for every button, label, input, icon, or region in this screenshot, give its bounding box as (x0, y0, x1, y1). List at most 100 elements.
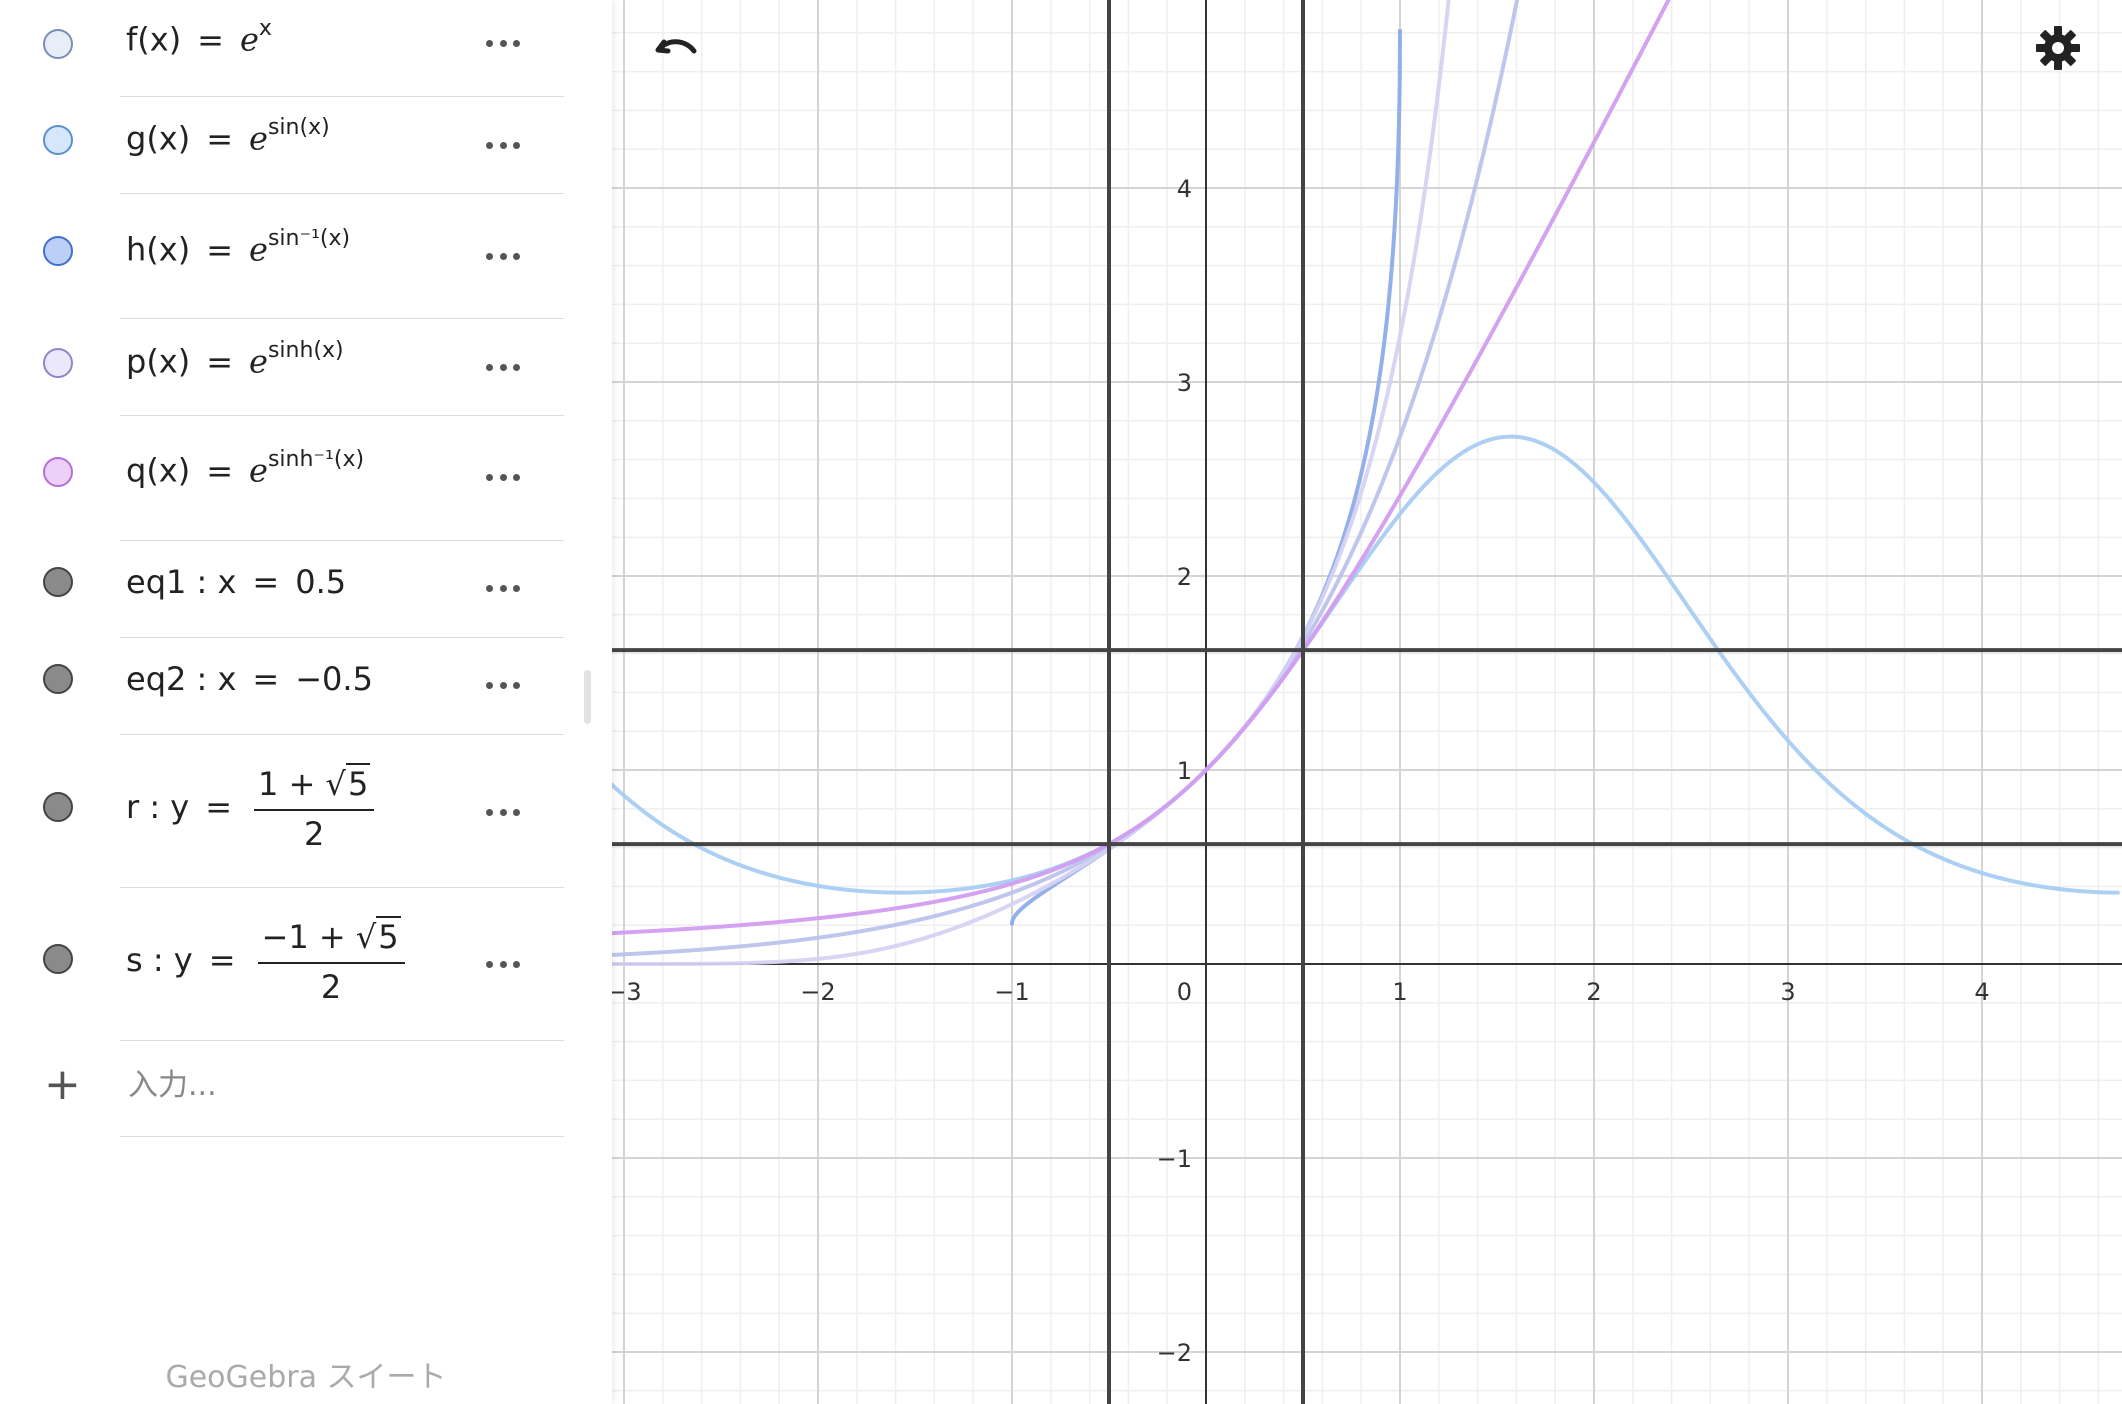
radicand-r: 5 (345, 763, 371, 803)
fraction-s-numerator: −1 + √5 (257, 916, 405, 964)
algebra-row-eq1[interactable]: eq1 : x = 0.5 (0, 541, 564, 638)
more-options-icon[interactable] (486, 140, 520, 150)
expression-eq2[interactable]: eq2 : x = −0.5 (126, 660, 373, 698)
x-tick-label: 4 (1974, 978, 1989, 1006)
more-options-icon[interactable] (486, 251, 520, 261)
expression-s-lhs: s : y (126, 941, 193, 979)
algebra-row-h[interactable]: h(x) = esin⁻¹(x) (0, 194, 564, 319)
sqrt-icon: √ (325, 765, 346, 803)
algebra-row-eq2[interactable]: eq2 : x = −0.5 (0, 638, 564, 735)
visibility-toggle-p[interactable] (43, 348, 73, 378)
expression-eq2-lhs: eq2 : x (126, 660, 237, 698)
expression-eq1-rhs: 0.5 (295, 563, 347, 601)
visibility-toggle-f[interactable] (43, 29, 73, 59)
expression-f-lhs: f(x) (126, 20, 182, 59)
exponent-f: x (258, 16, 272, 41)
x-tick-label: −1 (994, 978, 1029, 1006)
expression-q[interactable]: q(x) = esinh⁻¹(x) (126, 447, 364, 490)
curve-q (612, 0, 1671, 936)
visibility-toggle-r[interactable] (43, 792, 73, 822)
algebra-row-r[interactable]: r : y = 1 + √5 2 (0, 735, 564, 888)
visibility-toggle-eq2[interactable] (43, 664, 73, 694)
base-e: e (249, 230, 268, 269)
base-e: e (249, 342, 268, 381)
algebra-row-q[interactable]: q(x) = esinh⁻¹(x) (0, 416, 564, 541)
x-tick-label: 1 (1392, 978, 1407, 1006)
algebra-row-s[interactable]: s : y = −1 + √5 2 (0, 888, 564, 1041)
algebra-input[interactable] (126, 1062, 560, 1108)
graph-canvas[interactable]: −3 −2 −1 1 2 3 4 −2 −1 1 2 3 4 0 (612, 0, 2122, 1404)
x-tick-label: −3 (612, 978, 642, 1006)
row-divider (120, 1136, 564, 1137)
exponent-h: sin⁻¹(x) (267, 226, 351, 251)
algebra-row-f[interactable]: f(x) = ex (0, 0, 564, 97)
visibility-toggle-g[interactable] (43, 125, 73, 155)
plus-icon[interactable]: + (44, 1063, 81, 1107)
undo-button[interactable] (648, 20, 704, 76)
sqrt-icon: √ (355, 918, 377, 956)
expression-eq1-lhs: eq1 : x (126, 563, 237, 601)
sqrt-s: √5 (355, 916, 401, 956)
algebra-row-p[interactable]: p(x) = esinh(x) (0, 319, 564, 416)
more-options-icon[interactable] (486, 807, 520, 817)
panel-resize-handle[interactable] (584, 670, 591, 724)
more-options-icon[interactable] (486, 959, 520, 969)
x-tick-label: −2 (800, 978, 835, 1006)
algebra-view: f(x) = ex g(x) = esin(x) h(x) = esin⁻¹(x) p(x)… (0, 0, 612, 1404)
expression-g[interactable]: g(x) = esin(x) (126, 115, 330, 158)
visibility-toggle-h[interactable] (43, 236, 73, 266)
equals-sign: = (252, 660, 280, 698)
y-tick-label: −1 (1157, 1145, 1192, 1173)
fraction-r: 1 + √5 2 (254, 763, 375, 853)
expression-h-lhs: h(x) (126, 230, 191, 269)
origin-label: 0 (1177, 978, 1192, 1006)
equals-sign: = (206, 119, 234, 158)
gear-icon (2036, 26, 2080, 70)
more-options-icon[interactable] (486, 680, 520, 690)
y-tick-label: −2 (1157, 1339, 1192, 1367)
expression-h[interactable]: h(x) = esin⁻¹(x) (126, 226, 350, 269)
base-e: e (249, 119, 268, 158)
equals-sign: = (252, 563, 280, 601)
x-tick-label: 2 (1586, 978, 1601, 1006)
more-options-icon[interactable] (486, 38, 520, 48)
exponent-p: sinh(x) (267, 338, 344, 363)
expression-r[interactable]: r : y = 1 + √5 2 (126, 763, 375, 853)
visibility-toggle-q[interactable] (43, 457, 73, 487)
visibility-toggle-s[interactable] (43, 944, 73, 974)
more-options-icon[interactable] (486, 472, 520, 482)
numerator-r-prefix: 1 + (258, 765, 326, 803)
more-options-icon[interactable] (486, 362, 520, 372)
settings-button[interactable] (2030, 20, 2086, 76)
sqrt-r: √5 (325, 763, 371, 803)
equals-sign: = (206, 230, 233, 269)
fraction-s-denominator: 2 (320, 968, 342, 1006)
exponent-q: sinh⁻¹(x) (267, 447, 365, 472)
y-tick-label: 2 (1177, 563, 1192, 591)
equals-sign: = (206, 451, 234, 490)
equals-sign: = (208, 941, 236, 979)
undo-icon (655, 39, 697, 54)
graphics-view[interactable]: −3 −2 −1 1 2 3 4 −2 −1 1 2 3 4 0 (612, 0, 2122, 1404)
equals-sign: = (197, 20, 224, 59)
y-tick-label: 3 (1177, 369, 1192, 397)
expression-eq1[interactable]: eq1 : x = 0.5 (126, 563, 346, 601)
expression-g-lhs: g(x) (126, 119, 191, 158)
expression-r-lhs: r : y (126, 788, 190, 826)
curve-g (612, 434, 2120, 895)
visibility-toggle-eq1[interactable] (43, 567, 73, 597)
y-tick-label: 1 (1177, 757, 1192, 785)
equals-sign: = (205, 788, 233, 826)
expression-eq2-rhs: −0.5 (295, 660, 373, 698)
expression-s[interactable]: s : y = −1 + √5 2 (126, 916, 405, 1006)
expression-f[interactable]: f(x) = ex (126, 16, 272, 59)
algebra-row-g[interactable]: g(x) = esin(x) (0, 97, 564, 194)
fraction-s: −1 + √5 2 (257, 916, 405, 1006)
base-e: e (239, 20, 259, 59)
y-tick-label: 4 (1177, 175, 1192, 203)
radicand-s: 5 (376, 916, 401, 956)
x-tick-label: 3 (1780, 978, 1795, 1006)
app-name-footer: GeoGebra スイート (165, 1360, 447, 1395)
more-options-icon[interactable] (486, 583, 520, 593)
expression-p[interactable]: p(x) = esinh(x) (126, 338, 344, 381)
